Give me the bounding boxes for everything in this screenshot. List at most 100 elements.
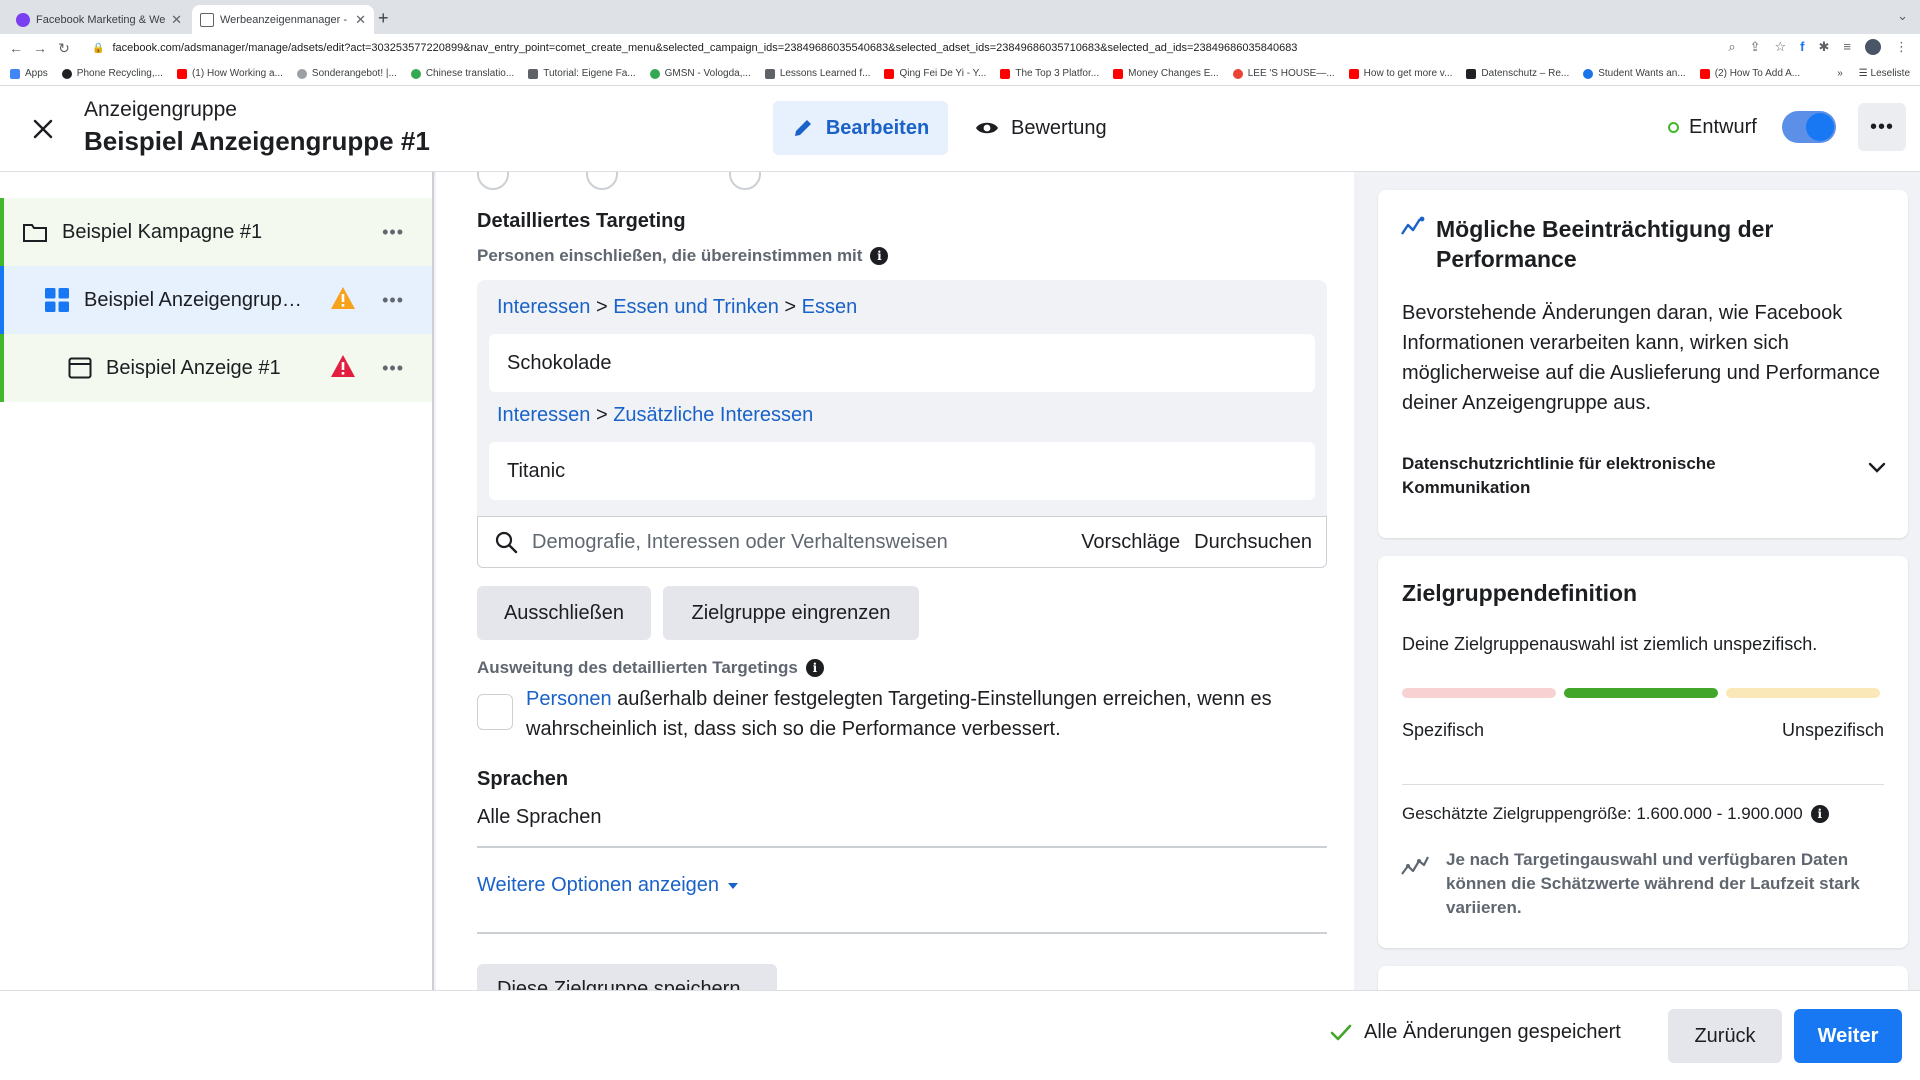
browser-menu-icon[interactable]: ⋮ [1895,39,1908,55]
browse-button[interactable]: Durchsuchen [1194,531,1312,554]
folder-icon [23,224,47,242]
tab-review[interactable]: Bewertung [975,101,1107,155]
new-tab-icon[interactable]: + [378,8,389,29]
tree-item-ad[interactable]: Beispiel Anzeige #1 ••• [0,334,432,402]
bookmark-star-icon[interactable]: ☆ [1775,39,1787,55]
close-button[interactable] [26,112,60,146]
more-options-label: Weitere Optionen anzeigen [477,874,720,896]
back-arrow-icon[interactable]: ← [4,40,28,56]
more-options-link[interactable]: Weitere Optionen anzeigen [477,874,739,897]
adset-edit-form: Detailliertes Targeting Personen einschl… [436,172,1354,990]
bookmark-item[interactable]: Lessons Learned f... [764,68,871,79]
bookmark-item[interactable]: LEE 'S HOUSE—... [1232,68,1335,79]
bookmark-label: Apps [25,68,48,79]
header-more-button[interactable]: ••• [1858,103,1906,151]
bookmark-label: Money Changes E... [1128,68,1219,79]
bookmark-favicon-icon [61,68,72,79]
tab-close-icon[interactable]: ✕ [171,12,182,28]
reload-icon[interactable]: ↻ [52,40,76,57]
exclude-button[interactable]: Ausschließen [477,586,651,640]
bookmark-item[interactable]: (2) How To Add A... [1699,68,1801,79]
section-divider [477,932,1327,934]
bookmark-item[interactable]: Qing Fei De Yi - Y... [884,68,986,79]
breadcrumb-link[interactable]: Interessen [497,404,590,426]
save-audience-button[interactable]: Diese Zielgruppe speichern [477,964,777,990]
languages-value[interactable]: Alle Sprachen [477,806,602,829]
info-icon[interactable]: i [1810,805,1829,823]
search-icon [495,531,518,554]
browser-tab-ads-manager[interactable]: Werbeanzeigenmanager - Wer ✕ [192,5,374,34]
bookmark-label: Lessons Learned f... [779,68,871,79]
facebook-extension-icon[interactable]: f [1800,39,1804,55]
zoom-icon[interactable]: ⌕ [1728,39,1735,55]
section-divider [477,846,1327,848]
suggestions-button[interactable]: Vorschläge [1081,531,1180,554]
profile-avatar-icon[interactable] [1865,39,1881,55]
bookmark-item[interactable]: How to get more v... [1348,68,1452,79]
tab-search-chevron-icon[interactable]: ⌄ [1897,8,1908,24]
page-subtitle: Anzeigengruppe [84,98,237,121]
bookmark-item[interactable]: Apps [10,68,48,79]
breadcrumb-link[interactable]: Essen [802,296,858,318]
tab-close-icon[interactable]: ✕ [355,12,366,28]
audience-breadth-meter [1402,688,1880,698]
adset-toggle[interactable] [1782,111,1836,143]
radio-button[interactable] [586,172,618,190]
info-icon[interactable]: i [805,659,824,677]
targeting-chip[interactable]: Titanic [489,442,1315,500]
bookmark-item[interactable]: Tutorial: Eigene Fa... [528,68,636,79]
reading-list-button[interactable]: ☰ Leseliste [1859,68,1910,79]
bookmark-label: (2) How To Add A... [1714,68,1801,79]
chevron-down-icon[interactable] [1868,462,1886,474]
tree-item-campaign[interactable]: Beispiel Kampagne #1 ••• [0,198,432,266]
breadcrumb-link[interactable]: Interessen [497,296,590,318]
meter-segment-broad [1726,688,1880,698]
narrow-audience-button[interactable]: Zielgruppe eingrenzen [663,586,919,640]
address-bar: ← → ↻ 🔒 facebook.com/adsmanager/manage/a… [0,34,1920,62]
save-status-label: Alle Änderungen gespeichert [1364,1021,1621,1043]
more-dots-icon[interactable]: ••• [382,222,404,243]
browser-tab-facebook-marketing[interactable]: Facebook Marketing & Werbea ✕ [8,5,190,34]
forward-arrow-icon[interactable]: → [28,40,52,56]
bookmark-item[interactable]: Student Wants an... [1583,68,1686,79]
targeting-chip[interactable]: Schokolade [489,334,1315,392]
more-bookmarks-icon[interactable]: » [1837,68,1843,79]
info-icon[interactable]: i [870,247,889,265]
breadcrumb-link[interactable]: Zusätzliche Interessen [613,404,813,426]
bookmark-label: Tutorial: Eigene Fa... [543,68,636,79]
bookmark-item[interactable]: Phone Recycling,... [61,68,163,79]
bookmark-item[interactable]: Sonderangebot! |... [296,68,397,79]
tab-title: Werbeanzeigenmanager - Wer [220,13,349,26]
tree-item-adset[interactable]: Beispiel Anzeigengruppe #1 ••• [0,266,432,334]
more-dots-icon[interactable]: ••• [382,358,404,379]
trend-chart-icon [1401,216,1425,235]
radio-button[interactable] [729,172,761,190]
targeting-breadcrumb: Interessen > Zusätzliche Interessen [497,404,813,427]
share-icon[interactable]: ⇪ [1750,39,1761,55]
people-link[interactable]: Personen [526,688,612,710]
privacy-policy-toggle[interactable]: Datenschutzrichtlinie für elektronische … [1402,452,1822,500]
targeting-search-input[interactable]: Demografie, Interessen oder Verhaltenswe… [477,516,1327,568]
bookmark-item[interactable]: GMSN - Vologda,... [649,68,751,79]
bookmark-item[interactable]: The Top 3 Platfor... [1000,68,1099,79]
apps-grid-icon [10,68,20,79]
back-button[interactable]: Zurück [1668,1009,1782,1063]
footer-bar: Alle Änderungen gespeichert Zurück Weite… [0,990,1920,1080]
bookmark-item[interactable]: Datenschutz – Re... [1466,68,1569,79]
bookmark-label: (1) How Working a... [191,68,283,79]
targeting-expansion-checkbox[interactable] [477,694,513,730]
radio-button[interactable] [477,172,509,190]
breadcrumb-link[interactable]: Essen und Trinken [613,296,779,318]
bookmark-label: Chinese translatio... [425,68,515,79]
url-field[interactable]: 🔒 facebook.com/adsmanager/manage/adsets/… [82,37,1782,59]
media-control-icon[interactable]: ≡ [1843,39,1851,55]
audience-estimate-note: Je nach Targetingauswahl und verfügbaren… [1446,850,1860,917]
bookmark-item[interactable]: Chinese translatio... [410,68,515,79]
more-dots-icon[interactable]: ••• [382,290,404,311]
tab-edit[interactable]: Bearbeiten [773,101,948,155]
next-button[interactable]: Weiter [1794,1009,1902,1063]
extensions-puzzle-icon[interactable]: ✱ [1819,39,1830,55]
tree-item-label: Beispiel Kampagne #1 [62,220,263,243]
bookmark-item[interactable]: Money Changes E... [1113,68,1219,79]
bookmark-item[interactable]: (1) How Working a... [176,68,283,79]
